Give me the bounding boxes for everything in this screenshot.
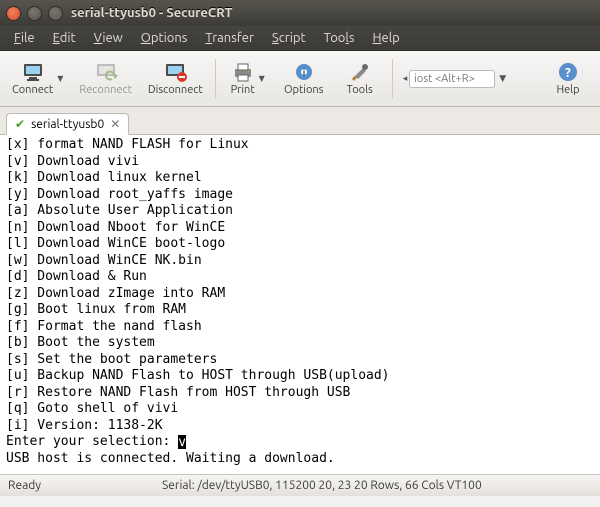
status-connection-info: Serial: /dev/ttyUSB0, 115200 20, 23 20 R…	[162, 479, 482, 492]
reconnect-icon	[94, 62, 118, 82]
toolbar: Connect ▼ Reconnect Disconnect Print ▼ i…	[0, 51, 600, 107]
host-history-left-icon[interactable]: ◂	[403, 73, 408, 84]
status-bar: Ready Serial: /dev/ttyUSB0, 115200 20, 2…	[0, 474, 600, 496]
terminal-line: [d] Download & Run	[6, 269, 594, 286]
chevron-down-icon: ▼	[259, 74, 265, 83]
toolbar-separator	[215, 59, 216, 99]
print-label: Print	[231, 84, 255, 96]
terminal-line: [x] format NAND FLASH for Linux	[6, 137, 594, 154]
tab-serial-ttyusb0[interactable]: ✔ serial-ttyusb0 ✕	[6, 113, 129, 135]
terminal-line: [n] Download Nboot for WinCE	[6, 220, 594, 237]
help-button[interactable]: ? Help	[540, 55, 596, 103]
help-icon: ?	[557, 62, 579, 82]
menu-script[interactable]: Script	[264, 29, 314, 47]
window-titlebar: serial-ttyusb0 - SecureCRT	[0, 0, 600, 26]
connect-button[interactable]: Connect ▼	[4, 55, 71, 103]
tab-close-button[interactable]: ✕	[110, 117, 120, 131]
connect-label: Connect	[12, 84, 53, 96]
options-label: Options	[284, 84, 323, 96]
options-icon: i	[293, 62, 315, 82]
terminal-line: [a] Absolute User Application	[6, 203, 594, 220]
window-close-button[interactable]	[6, 6, 21, 21]
reconnect-button: Reconnect	[71, 55, 140, 103]
terminal-line: [f] Format the nand flash	[6, 319, 594, 336]
disconnect-label: Disconnect	[148, 84, 203, 96]
status-ready: Ready	[8, 479, 138, 492]
terminal-line: [w] Download WinCE NK.bin	[6, 253, 594, 270]
window-maximize-button[interactable]	[48, 6, 63, 21]
terminal-line: [g] Boot linux from RAM	[6, 302, 594, 319]
window-title: serial-ttyusb0 - SecureCRT	[71, 6, 232, 20]
terminal-line: [y] Download root_yaffs image	[6, 187, 594, 204]
svg-text:?: ?	[565, 66, 571, 80]
tab-bar: ✔ serial-ttyusb0 ✕	[0, 107, 600, 135]
terminal-line: [u] Backup NAND Flash to HOST through US…	[6, 368, 594, 385]
reconnect-label: Reconnect	[79, 84, 132, 96]
menu-view[interactable]: View	[86, 29, 131, 47]
cursor: v	[178, 435, 186, 449]
menu-bar: File Edit View Options Transfer Script T…	[0, 26, 600, 51]
terminal-line: [l] Download WinCE boot-logo	[6, 236, 594, 253]
chevron-down-icon: ▼	[57, 74, 63, 83]
menu-help[interactable]: Help	[364, 29, 407, 47]
menu-file[interactable]: File	[6, 29, 43, 47]
terminal-prompt-line: Enter your selection: v	[6, 434, 594, 451]
disconnect-button[interactable]: Disconnect	[140, 55, 211, 103]
menu-options[interactable]: Options	[133, 29, 196, 47]
terminal-line: [q] Goto shell of vivi	[6, 401, 594, 418]
terminal-line: [z] Download zImage into RAM	[6, 286, 594, 303]
terminal-line: [i] Version: 1138-2K	[6, 418, 594, 435]
terminal-line: [s] Set the boot parameters	[6, 352, 594, 369]
menu-tools[interactable]: Tools	[316, 29, 363, 47]
tab-label: serial-ttyusb0	[31, 118, 104, 131]
toolbar-separator	[392, 59, 393, 99]
tools-icon	[349, 62, 371, 82]
terminal-line: [b] Boot the system	[6, 335, 594, 352]
tools-label: Tools	[347, 84, 373, 96]
host-input[interactable]: iost <Alt+R>	[409, 70, 495, 88]
window-controls	[6, 6, 63, 21]
terminal-output[interactable]: [x] format NAND FLASH for Linux[v] Downl…	[0, 135, 600, 474]
tools-button[interactable]: Tools	[332, 55, 388, 103]
help-label: Help	[556, 84, 579, 96]
options-button[interactable]: i Options	[276, 55, 332, 103]
terminal-line: [r] Restore NAND Flash from HOST through…	[6, 385, 594, 402]
host-history-right-icon[interactable]: ▼	[499, 73, 506, 84]
menu-transfer[interactable]: Transfer	[197, 29, 262, 47]
print-icon	[231, 62, 255, 82]
terminal-line: USB host is connected. Waiting a downloa…	[6, 451, 594, 468]
window-minimize-button[interactable]	[27, 6, 42, 21]
terminal-line: [v] Download vivi	[6, 154, 594, 171]
connect-icon	[21, 62, 45, 82]
menu-edit[interactable]: Edit	[45, 29, 84, 47]
terminal-line: [k] Download linux kernel	[6, 170, 594, 187]
connected-check-icon: ✔	[15, 117, 25, 131]
svg-text:i: i	[302, 67, 305, 78]
disconnect-icon	[163, 62, 187, 82]
print-button[interactable]: Print ▼	[220, 55, 276, 103]
